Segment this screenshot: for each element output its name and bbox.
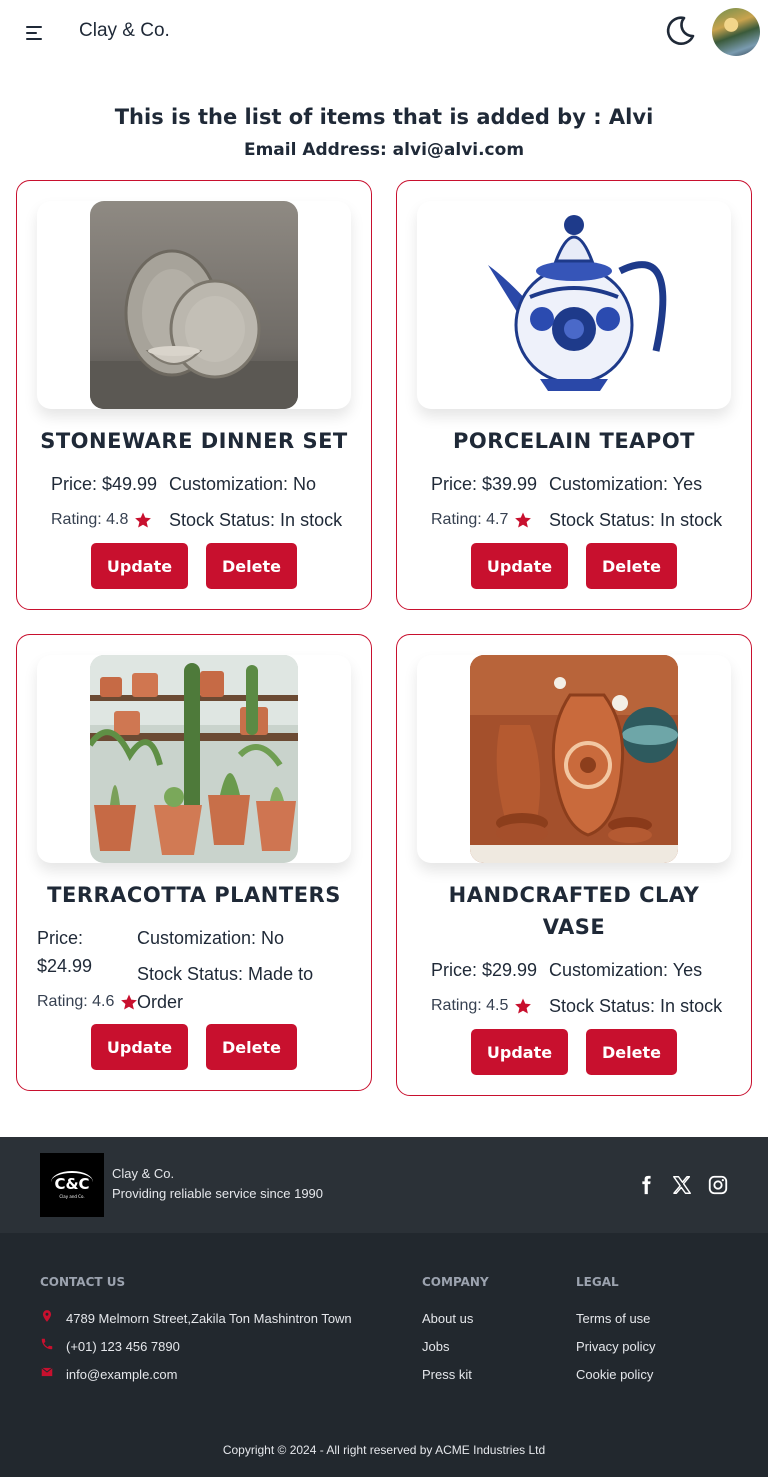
item-image-frame	[37, 655, 351, 863]
footer-logo-subtext: Clay and Co.	[59, 1194, 85, 1199]
footer-bottom: CONTACT US 4789 Melmorn Street,Zakila To…	[0, 1233, 768, 1477]
footer-tagline: Providing reliable service since 1990	[112, 1186, 324, 1201]
item-image-frame	[417, 655, 731, 863]
footer-link-cookie[interactable]: Cookie policy	[576, 1367, 653, 1382]
footer-brand: Clay & Co.	[112, 1166, 175, 1181]
footer-link-jobs[interactable]: Jobs	[422, 1339, 449, 1354]
item-image-frame	[417, 201, 731, 409]
item-stock-status: Stock Status: In stock	[549, 996, 723, 1016]
item-rating-label: Rating: 4.7	[431, 511, 509, 528]
item-price: Price: $49.99	[51, 474, 158, 494]
item-rating: Rating: 4.5	[431, 992, 532, 1020]
delete-button[interactable]: Delete	[206, 543, 297, 589]
item-card: TERRACOTTA PLANTERS Price: $24.99 Custom…	[16, 634, 372, 1091]
item-stock-status: Stock Status: Made to	[137, 964, 314, 984]
item-price-value: $24.99	[37, 956, 93, 976]
item-price-label: Price:	[37, 928, 84, 948]
footer-link-terms[interactable]: Terms of use	[576, 1311, 650, 1326]
item-customization: Customization: No	[137, 928, 285, 948]
item-rating-label: Rating: 4.5	[431, 997, 509, 1014]
item-customization: Customization: Yes	[549, 474, 703, 494]
facebook-icon[interactable]	[635, 1174, 657, 1196]
contact-email[interactable]: info@example.com	[66, 1367, 177, 1382]
item-customization: Customization: Yes	[549, 960, 703, 980]
instagram-icon[interactable]	[707, 1174, 729, 1196]
phone-icon	[41, 1338, 53, 1350]
item-stock-status: Stock Status: In stock	[549, 510, 723, 530]
item-image	[470, 201, 678, 409]
item-customization: Customization: No	[169, 474, 317, 494]
item-image	[90, 201, 298, 409]
navbar: Clay & Co.	[0, 0, 768, 66]
item-card: PORCELAIN TEAPOT Price: $39.99 Customiza…	[396, 180, 752, 610]
location-pin-icon	[42, 1310, 52, 1322]
moon-icon[interactable]	[664, 15, 696, 47]
contact-phone[interactable]: (+01) 123 456 7890	[66, 1339, 180, 1354]
star-icon	[515, 998, 532, 1014]
footer-link-about[interactable]: About us	[422, 1311, 473, 1326]
item-title: HANDCRAFTED CLAY	[448, 883, 700, 907]
item-rating-label: Rating: 4.6	[37, 993, 115, 1010]
item-title: STONEWARE DINNER SET	[40, 429, 348, 453]
brand-name[interactable]: Clay & Co.	[79, 20, 170, 42]
contact-heading: CONTACT US	[40, 1275, 126, 1289]
star-icon	[515, 512, 532, 528]
copyright-text: Copyright © 2024 - All right reserved by…	[222, 1443, 546, 1457]
item-rating: Rating: 4.8	[51, 506, 152, 534]
delete-button[interactable]: Delete	[206, 1024, 297, 1070]
item-price: Price: $29.99	[431, 960, 538, 980]
footer-logo-text: C&C	[51, 1171, 93, 1193]
footer-logo[interactable]: C&C Clay and Co.	[40, 1153, 104, 1217]
contact-address: 4789 Melmorn Street,Zakila Ton Mashintro…	[66, 1311, 352, 1326]
item-image	[470, 655, 678, 863]
item-card: STONEWARE DINNER SET Price: $49.99 Custo…	[16, 180, 372, 610]
footer-link-privacy[interactable]: Privacy policy	[576, 1339, 655, 1354]
item-stock-status: Stock Status: In stock	[169, 510, 343, 530]
update-button[interactable]: Update	[471, 543, 568, 589]
update-button[interactable]: Update	[471, 1029, 568, 1075]
hamburger-menu-icon[interactable]	[26, 26, 44, 40]
item-price: Price: $39.99	[431, 474, 538, 494]
item-stock-status-cont: Order	[137, 992, 184, 1012]
legal-heading: LEGAL	[576, 1275, 619, 1289]
footer-top: C&C Clay and Co. Clay & Co. Providing re…	[0, 1137, 768, 1233]
item-image	[90, 655, 298, 863]
user-email: Email Address: alvi@alvi.com	[243, 140, 525, 160]
item-image-frame	[37, 201, 351, 409]
item-rating: Rating: 4.6	[37, 988, 138, 1016]
item-rating: Rating: 4.7	[431, 506, 532, 534]
delete-button[interactable]: Delete	[586, 543, 677, 589]
page-title: This is the list of items that is added …	[114, 105, 654, 129]
delete-button[interactable]: Delete	[586, 1029, 677, 1075]
item-title: PORCELAIN TEAPOT	[453, 429, 695, 453]
star-icon	[135, 512, 152, 528]
user-avatar[interactable]	[712, 8, 760, 56]
footer-link-press[interactable]: Press kit	[422, 1367, 472, 1382]
update-button[interactable]: Update	[91, 1024, 188, 1070]
item-title: TERRACOTTA PLANTERS	[47, 883, 341, 907]
item-title-cont: VASE	[542, 915, 606, 939]
item-rating-label: Rating: 4.8	[51, 511, 129, 528]
company-heading: COMPANY	[422, 1275, 489, 1289]
mail-icon	[41, 1367, 53, 1377]
x-icon[interactable]	[671, 1174, 693, 1196]
star-icon	[121, 994, 138, 1010]
update-button[interactable]: Update	[91, 543, 188, 589]
item-card: HANDCRAFTED CLAY VASE Price: $29.99 Cust…	[396, 634, 752, 1096]
